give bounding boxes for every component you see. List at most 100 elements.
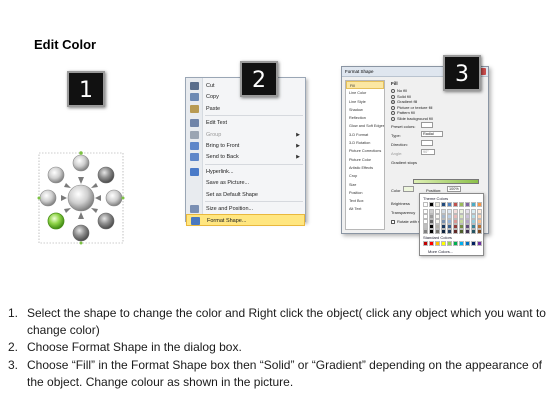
menu-item-group[interactable]: Group ▶ [186, 129, 305, 141]
submenu-arrow-icon: ▶ [296, 154, 300, 161]
menu-item-edit-text[interactable]: Edit Text [186, 117, 305, 129]
radio-button[interactable] [391, 94, 395, 99]
fill-option-pattern-fill[interactable]: Pattern fill [391, 110, 415, 115]
category-line-style[interactable]: Line Style [346, 98, 384, 106]
right-circle[interactable] [105, 189, 123, 207]
standard-color-swatch[interactable] [471, 241, 476, 246]
category-line-color[interactable]: Line Color [346, 89, 384, 97]
fill-option-solid-fill[interactable]: Solid fill [391, 94, 411, 99]
fill-option-slide-background-fill[interactable]: Slide background fill [391, 116, 433, 121]
menu-item-send-to-back[interactable]: Send to Back ▶ [186, 151, 305, 163]
top-circle[interactable] [72, 154, 90, 172]
category-picture-color[interactable]: Picture Color [346, 156, 384, 164]
theme-color-swatch[interactable] [423, 229, 428, 234]
standard-color-swatch[interactable] [447, 241, 452, 246]
category-reflection[interactable]: Reflection [346, 114, 384, 122]
radio-button[interactable] [391, 100, 395, 105]
theme-color-swatch[interactable] [441, 229, 446, 234]
center-circle[interactable] [67, 184, 95, 212]
standard-color-swatch[interactable] [423, 241, 428, 246]
theme-color-swatch[interactable] [459, 202, 464, 207]
category-picture-corrections[interactable]: Picture Corrections [346, 147, 384, 155]
context-menu: Cut Copy Paste Edit Text Group ▶ Bring to Fron… [185, 77, 306, 227]
type-dropdown[interactable]: Radial [421, 131, 443, 137]
category-size[interactable]: Size [346, 181, 384, 189]
category-3-d-rotation[interactable]: 3-D Rotation [346, 139, 384, 147]
category-shadow[interactable]: Shadow [346, 106, 384, 114]
theme-color-swatch[interactable] [459, 229, 464, 234]
category-fill[interactable]: Fill [346, 81, 384, 90]
theme-color-swatch[interactable] [447, 202, 452, 207]
theme-color-swatch[interactable] [477, 229, 482, 234]
bring-front-icon [190, 142, 199, 150]
category-glow-and-soft-edges[interactable]: Glow and Soft Edges [346, 122, 384, 130]
radio-button[interactable] [391, 88, 395, 93]
standard-color-swatch[interactable] [477, 241, 482, 246]
more-colors-link[interactable]: More Colors... [428, 249, 453, 254]
standard-color-swatch[interactable] [465, 241, 470, 246]
category-artistic-effects[interactable]: Artistic Effects [346, 164, 384, 172]
preset-colors-label: Preset colors: [391, 124, 416, 129]
radio-button[interactable] [391, 116, 395, 121]
preset-colors-dropdown[interactable] [421, 122, 433, 128]
menu-separator [205, 201, 303, 202]
standard-color-swatch[interactable] [429, 241, 434, 246]
menu-item-label: Format Shape... [207, 218, 247, 225]
top-left-circle[interactable] [47, 166, 65, 184]
bottom-right-circle[interactable] [97, 212, 115, 230]
theme-color-swatch[interactable] [441, 202, 446, 207]
selected-green-circle[interactable] [47, 212, 65, 230]
format-shape-icon [191, 217, 200, 226]
bottom-circle[interactable] [72, 224, 90, 242]
standard-color-swatch[interactable] [453, 241, 458, 246]
menu-item-label: Set as Default Shape [206, 191, 258, 198]
standard-color-swatch[interactable] [435, 241, 440, 246]
direction-dropdown[interactable] [421, 140, 433, 146]
category-crop[interactable]: Crop [346, 172, 384, 180]
theme-color-swatch[interactable] [435, 229, 440, 234]
theme-color-swatch[interactable] [471, 229, 476, 234]
menu-item-hyperlink[interactable]: Hyperlink... [186, 166, 305, 178]
fill-option-picture-or-texture-fill[interactable]: Picture or texture fill [391, 105, 432, 110]
shape-diagram[interactable] [36, 146, 126, 250]
menu-item-paste[interactable]: Paste [186, 103, 305, 115]
submenu-arrow-icon: ▶ [296, 143, 300, 149]
theme-color-swatch[interactable] [453, 202, 458, 207]
radio-button[interactable] [391, 111, 395, 116]
menu-item-format-shape[interactable]: Format Shape... [186, 214, 305, 227]
radio-button[interactable] [391, 105, 395, 110]
category-alt-text[interactable]: Alt Text [346, 205, 384, 213]
menu-item-save-as-picture[interactable]: Save as Picture... [186, 177, 305, 189]
fill-option-gradient-fill[interactable]: Gradient fill [391, 99, 417, 104]
menu-item-bring-to-front[interactable]: Bring to Front ▶ [186, 140, 305, 152]
theme-color-swatch[interactable] [423, 202, 428, 207]
theme-color-swatch[interactable] [465, 229, 470, 234]
left-circle[interactable] [39, 189, 57, 207]
fill-option-no-fill[interactable]: No fill [391, 88, 407, 93]
theme-color-swatch[interactable] [429, 202, 434, 207]
standard-color-swatch[interactable] [441, 241, 446, 246]
step-badge-2: 2 [240, 61, 278, 97]
theme-color-swatch[interactable] [477, 202, 482, 207]
menu-item-set-as-default-shape[interactable]: Set as Default Shape [186, 189, 305, 201]
position-input[interactable]: 100% [447, 186, 461, 192]
fill-option-label: Picture or texture fill [397, 104, 433, 110]
category-position[interactable]: Position [346, 189, 384, 197]
theme-color-swatch[interactable] [471, 202, 476, 207]
angle-input[interactable]: 90° [421, 149, 435, 155]
menu-item-label: Bring to Front [206, 143, 240, 149]
category-3-d-format[interactable]: 3-D Format [346, 131, 384, 139]
top-right-circle[interactable] [97, 166, 115, 184]
menu-item-label: Size and Position... [206, 206, 254, 212]
theme-color-swatch[interactable] [465, 202, 470, 207]
standard-color-swatch[interactable] [459, 241, 464, 246]
theme-color-swatch[interactable] [447, 229, 452, 234]
menu-item-size-and-position[interactable]: Size and Position... [186, 203, 305, 215]
gradient-stops-bar[interactable] [413, 179, 479, 184]
color-dropdown[interactable] [403, 186, 414, 192]
theme-color-swatch[interactable] [435, 202, 440, 207]
theme-color-swatch[interactable] [429, 229, 434, 234]
theme-color-swatch[interactable] [453, 229, 458, 234]
category-text-box[interactable]: Text Box [346, 197, 384, 205]
submenu-arrow-icon: ▶ [296, 131, 300, 138]
